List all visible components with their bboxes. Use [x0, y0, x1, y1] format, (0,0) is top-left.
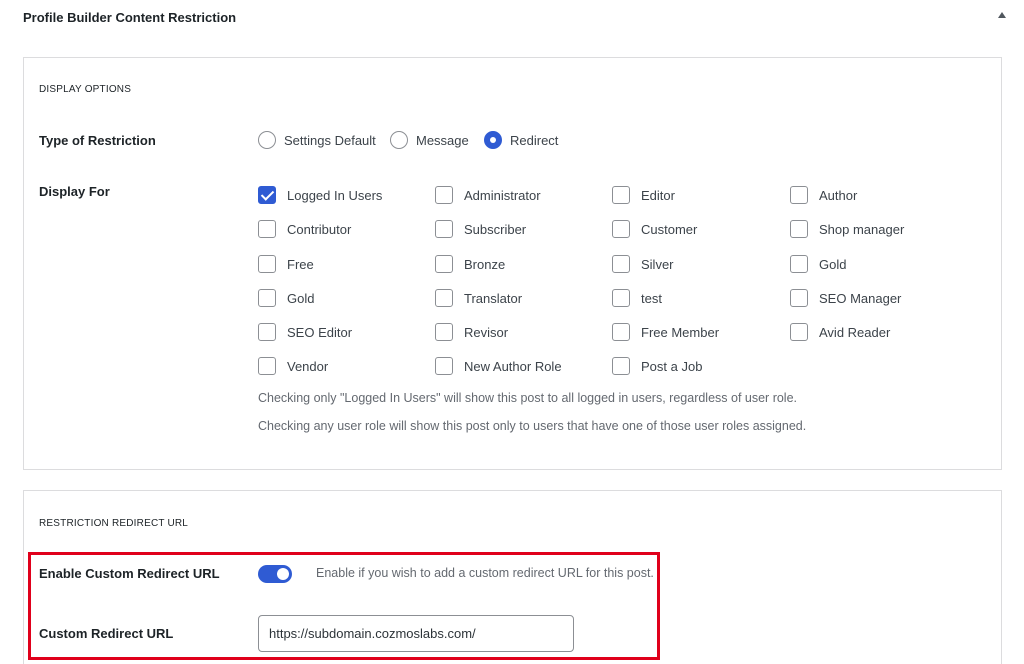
checkbox[interactable]: [258, 186, 276, 204]
checkbox-label: SEO Editor: [287, 324, 353, 340]
enable-custom-redirect-help: Enable if you wish to add a custom redir…: [316, 566, 654, 580]
redirect-url-panel: RESTRICTION REDIRECT URL Enable Custom R…: [23, 490, 1002, 664]
checkbox-label: Revisor: [464, 324, 509, 340]
checkbox[interactable]: [612, 220, 630, 238]
checkbox[interactable]: [258, 323, 276, 341]
checkbox[interactable]: [612, 323, 630, 341]
checkbox[interactable]: [435, 186, 453, 204]
checkbox[interactable]: [258, 220, 276, 238]
role-checkbox-revisor[interactable]: Revisor: [435, 323, 508, 341]
role-checkbox-free-member[interactable]: Free Member: [612, 323, 719, 341]
collapse-arrow-icon[interactable]: [998, 12, 1006, 18]
help-text-logged-in: Checking only "Logged In Users" will sho…: [258, 391, 798, 405]
metabox-title: Profile Builder Content Restriction: [23, 10, 237, 25]
radio-message[interactable]: Message: [390, 131, 469, 149]
checkbox-label: New Author Role: [464, 358, 562, 374]
role-checkbox-new-author-role[interactable]: New Author Role: [435, 357, 562, 375]
radio-button[interactable]: [258, 131, 276, 149]
checkbox-label: Author: [819, 187, 858, 203]
role-checkbox-avid-reader[interactable]: Avid Reader: [790, 323, 890, 341]
role-checkbox-gold-2[interactable]: Gold: [258, 289, 314, 307]
radio-button[interactable]: [484, 131, 502, 149]
role-checkbox-customer[interactable]: Customer: [612, 220, 697, 238]
checkbox[interactable]: [790, 186, 808, 204]
checkbox[interactable]: [612, 357, 630, 375]
role-checkbox-contributor[interactable]: Contributor: [258, 220, 351, 238]
checkbox[interactable]: [435, 289, 453, 307]
radio-settings-default[interactable]: Settings Default: [258, 131, 376, 149]
checkbox-label: test: [641, 290, 662, 306]
checkbox-label: Shop manager: [819, 221, 905, 237]
enable-custom-redirect-toggle[interactable]: [258, 565, 292, 583]
role-checkbox-silver[interactable]: Silver: [612, 255, 674, 273]
checkbox-label: SEO Manager: [819, 290, 902, 306]
radio-label: Redirect: [510, 132, 559, 148]
display-for-label: Display For: [39, 184, 110, 199]
role-checkbox-shop-manager[interactable]: Shop manager: [790, 220, 904, 238]
display-options-panel: DISPLAY OPTIONS Type of Restriction Sett…: [23, 57, 1002, 470]
checkbox[interactable]: [435, 323, 453, 341]
checkbox[interactable]: [258, 289, 276, 307]
role-checkbox-gold[interactable]: Gold: [790, 255, 846, 273]
radio-label: Settings Default: [284, 132, 376, 148]
checkbox-label: Administrator: [464, 187, 541, 203]
role-checkbox-bronze[interactable]: Bronze: [435, 255, 505, 273]
checkbox[interactable]: [612, 255, 630, 273]
section-title-display-options: DISPLAY OPTIONS: [39, 84, 132, 95]
enable-custom-redirect-label: Enable Custom Redirect URL: [39, 566, 220, 581]
role-checkbox-translator[interactable]: Translator: [435, 289, 522, 307]
checkbox-label: Vendor: [287, 358, 329, 374]
role-checkbox-free[interactable]: Free: [258, 255, 314, 273]
checkbox-label: Customer: [641, 221, 698, 237]
checkbox[interactable]: [258, 357, 276, 375]
radio-label: Message: [416, 132, 469, 148]
checkbox-label: Avid Reader: [819, 324, 891, 340]
checkbox[interactable]: [790, 323, 808, 341]
checkbox[interactable]: [790, 255, 808, 273]
checkbox-label: Translator: [464, 290, 523, 306]
role-checkbox-logged-in-users[interactable]: Logged In Users: [258, 186, 382, 204]
checkbox[interactable]: [435, 357, 453, 375]
type-of-restriction-label: Type of Restriction: [39, 133, 156, 148]
checkbox-label: Editor: [641, 187, 675, 203]
custom-redirect-url-label: Custom Redirect URL: [39, 626, 174, 641]
help-text-user-role: Checking any user role will show this po…: [258, 419, 807, 433]
role-checkbox-administrator[interactable]: Administrator: [435, 186, 541, 204]
role-checkbox-editor[interactable]: Editor: [612, 186, 675, 204]
checkbox-label: Contributor: [287, 221, 352, 237]
radio-redirect[interactable]: Redirect: [484, 131, 558, 149]
checkbox-label: Post a Job: [641, 358, 703, 374]
radio-button[interactable]: [390, 131, 408, 149]
checkbox[interactable]: [435, 255, 453, 273]
role-checkbox-seo-editor[interactable]: SEO Editor: [258, 323, 352, 341]
role-checkbox-author[interactable]: Author: [790, 186, 857, 204]
checkbox-label: Gold: [819, 256, 847, 272]
role-checkbox-post-a-job[interactable]: Post a Job: [612, 357, 702, 375]
checkbox[interactable]: [790, 289, 808, 307]
checkbox-label: Bronze: [464, 256, 506, 272]
checkbox-label: Subscriber: [464, 221, 527, 237]
section-title-redirect-url: RESTRICTION REDIRECT URL: [39, 518, 189, 529]
role-checkbox-vendor[interactable]: Vendor: [258, 357, 328, 375]
checkbox-label: Gold: [287, 290, 315, 306]
checkbox-label: Logged In Users: [287, 187, 383, 203]
checkbox[interactable]: [612, 289, 630, 307]
checkbox[interactable]: [612, 186, 630, 204]
checkbox[interactable]: [790, 220, 808, 238]
checkbox[interactable]: [258, 255, 276, 273]
role-checkbox-test[interactable]: test: [612, 289, 662, 307]
checkbox-label: Free: [287, 256, 314, 272]
checkbox-label: Silver: [641, 256, 674, 272]
custom-redirect-url-input[interactable]: [258, 615, 574, 652]
checkbox-label: Free Member: [641, 324, 720, 340]
role-checkbox-seo-manager[interactable]: SEO Manager: [790, 289, 901, 307]
checkbox[interactable]: [435, 220, 453, 238]
role-checkbox-subscriber[interactable]: Subscriber: [435, 220, 526, 238]
